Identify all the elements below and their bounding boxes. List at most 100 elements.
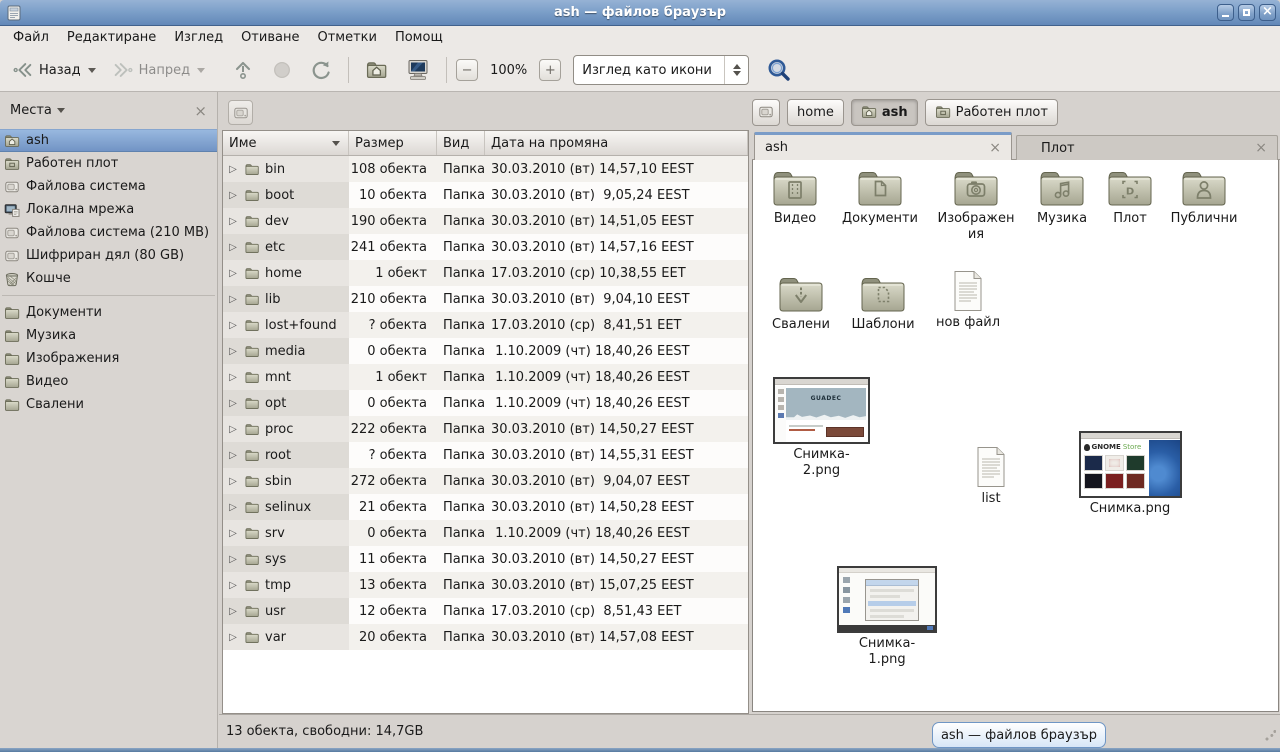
sidebar-item-pictures[interactable]: Изображения (0, 347, 217, 370)
menu-file[interactable]: Файл (4, 28, 58, 47)
menu-help[interactable]: Помощ (386, 28, 452, 47)
row-expander-icon[interactable]: ▷ (227, 580, 239, 591)
forward-button[interactable]: Напред (106, 55, 211, 85)
tab-close-icon[interactable]: × (1255, 140, 1267, 156)
row-expander-icon[interactable]: ▷ (227, 632, 239, 643)
sidebar-item-home[interactable]: ash (0, 129, 217, 152)
row-expander-icon[interactable]: ▷ (227, 346, 239, 357)
row-expander-icon[interactable]: ▷ (227, 372, 239, 383)
back-button[interactable]: Назад (6, 55, 102, 85)
sidebar-item-encrypted-80gb[interactable]: Шифриран дял (80 GB) (0, 244, 217, 267)
breadcrumb-home-button[interactable]: home (787, 99, 844, 126)
icon-item-templates[interactable]: Шаблони (841, 274, 925, 333)
stop-button[interactable] (265, 55, 299, 85)
sidebar-close-button[interactable]: × (194, 102, 207, 120)
table-row[interactable]: ▷ etc 241 обекта Папка 30.03.2010 (вт) 1… (223, 234, 748, 260)
sidebar-item-network[interactable]: Локална мрежа (0, 198, 217, 221)
sidebar-item-trash[interactable]: Кошче (0, 267, 217, 290)
row-expander-icon[interactable]: ▷ (227, 190, 239, 201)
table-row[interactable]: ▷ selinux 21 обекта Папка 30.03.2010 (вт… (223, 494, 748, 520)
icon-item-snimka[interactable]: GNOME Store Снимка.png (1075, 431, 1185, 517)
zoom-out-button[interactable]: − (456, 59, 478, 81)
sidebar-item-music[interactable]: Музика (0, 324, 217, 347)
icon-item-snimka2[interactable]: GUADEC Снимка-2.png (771, 377, 872, 479)
sidebar-title-select[interactable]: Места (10, 103, 65, 118)
column-header-size[interactable]: Размер (349, 131, 437, 155)
minimize-button[interactable] (1217, 4, 1234, 21)
table-row[interactable]: ▷ dev 190 обекта Папка 30.03.2010 (вт) 1… (223, 208, 748, 234)
table-row[interactable]: ▷ tmp 13 обекта Папка 30.03.2010 (вт) 15… (223, 572, 748, 598)
close-button[interactable]: × (1259, 4, 1276, 21)
column-header-name[interactable]: Име (223, 131, 349, 155)
sidebar-item-videos[interactable]: Видео (0, 370, 217, 393)
view-mode-stepper[interactable] (724, 56, 748, 84)
column-header-date[interactable]: Дата на промяна (485, 131, 748, 155)
row-expander-icon[interactable]: ▷ (227, 476, 239, 487)
table-row[interactable]: ▷ lost+found ? обекта Папка 17.03.2010 (… (223, 312, 748, 338)
row-expander-icon[interactable]: ▷ (227, 450, 239, 461)
row-expander-icon[interactable]: ▷ (227, 268, 239, 279)
taskbar-window-button[interactable]: ash — файлов браузър (932, 722, 1106, 748)
column-header-type[interactable]: Вид (437, 131, 485, 155)
maximize-button[interactable] (1238, 4, 1255, 21)
icon-item-videos[interactable]: Видео (753, 168, 837, 227)
sidebar-item-documents[interactable]: Документи (0, 301, 217, 324)
table-row[interactable]: ▷ sbin 272 обекта Папка 30.03.2010 (вт) … (223, 468, 748, 494)
row-expander-icon[interactable]: ▷ (227, 164, 239, 175)
table-row[interactable]: ▷ root ? обекта Папка 30.03.2010 (вт) 14… (223, 442, 748, 468)
table-row[interactable]: ▷ boot 10 обекта Папка 30.03.2010 (вт) 9… (223, 182, 748, 208)
table-row[interactable]: ▷ var 20 обекта Папка 30.03.2010 (вт) 14… (223, 624, 748, 650)
row-expander-icon[interactable]: ▷ (227, 606, 239, 617)
menu-view[interactable]: Изглед (165, 28, 232, 47)
row-expander-icon[interactable]: ▷ (227, 294, 239, 305)
tab-plot[interactable]: Плот × (1016, 135, 1278, 160)
row-expander-icon[interactable]: ▷ (227, 528, 239, 539)
titlebar[interactable]: ash — файлов браузър × (0, 0, 1280, 26)
icon-item-public[interactable]: Публични (1160, 168, 1248, 227)
table-row[interactable]: ▷ opt 0 обекта Папка 1.10.2009 (чт) 18,4… (223, 390, 748, 416)
icon-item-documents[interactable]: Документи (836, 168, 924, 227)
table-row[interactable]: ▷ proc 222 обекта Папка 30.03.2010 (вт) … (223, 416, 748, 442)
home-button[interactable] (358, 55, 395, 85)
breadcrumb-root-button[interactable] (752, 99, 780, 126)
sidebar-item-filesystem[interactable]: Файлова система (0, 175, 217, 198)
icon-item-downloads[interactable]: Свалени (759, 274, 843, 333)
row-expander-icon[interactable]: ▷ (227, 424, 239, 435)
sidebar-item-desktop[interactable]: Работен плот (0, 152, 217, 175)
menu-edit[interactable]: Редактиране (58, 28, 165, 47)
table-row[interactable]: ▷ mnt 1 обект Папка 1.10.2009 (чт) 18,40… (223, 364, 748, 390)
menu-go[interactable]: Отиване (232, 28, 308, 47)
table-row[interactable]: ▷ bin 108 обекта Папка 30.03.2010 (вт) 1… (223, 156, 748, 182)
tab-ash[interactable]: ash × (754, 132, 1012, 160)
row-expander-icon[interactable]: ▷ (227, 320, 239, 331)
icon-item-pictures[interactable]: Изображения (931, 168, 1021, 243)
zoom-in-button[interactable]: + (539, 59, 561, 81)
view-mode-select[interactable]: Изглед като икони (573, 55, 749, 85)
icon-item-list-file[interactable]: list (949, 446, 1033, 507)
breadcrumb-ash-button[interactable]: ash (851, 99, 918, 126)
row-expander-icon[interactable]: ▷ (227, 242, 239, 253)
icon-item-new-file[interactable]: нов файл (926, 270, 1010, 331)
row-expander-icon[interactable]: ▷ (227, 554, 239, 565)
table-row[interactable]: ▷ srv 0 обекта Папка 1.10.2009 (чт) 18,4… (223, 520, 748, 546)
resize-grip[interactable] (1264, 730, 1276, 742)
icon-view[interactable]: Видео Документи Изображения Музика Плот … (752, 160, 1279, 712)
reload-button[interactable] (303, 54, 339, 86)
table-row[interactable]: ▷ sys 11 обекта Папка 30.03.2010 (вт) 14… (223, 546, 748, 572)
table-row[interactable]: ▷ usr 12 обекта Папка 17.03.2010 (ср) 8,… (223, 598, 748, 624)
zoom-level[interactable]: 100% (482, 63, 535, 78)
row-expander-icon[interactable]: ▷ (227, 216, 239, 227)
left-pane-root-button[interactable] (228, 100, 253, 125)
sidebar-item-filesystem-210mb[interactable]: Файлова система (210 MB) (0, 221, 217, 244)
breadcrumb-desktop-button[interactable]: Работен плот (925, 99, 1058, 126)
sidebar-item-downloads[interactable]: Свалени (0, 393, 217, 416)
computer-button[interactable] (399, 54, 437, 86)
search-button[interactable] (763, 54, 795, 86)
icon-item-snimka1[interactable]: Снимка-1.png (835, 566, 939, 668)
row-expander-icon[interactable]: ▷ (227, 398, 239, 409)
row-expander-icon[interactable]: ▷ (227, 502, 239, 513)
tab-close-icon[interactable]: × (989, 140, 1001, 156)
table-row[interactable]: ▷ lib 210 обекта Папка 30.03.2010 (вт) 9… (223, 286, 748, 312)
table-row[interactable]: ▷ media 0 обекта Папка 1.10.2009 (чт) 18… (223, 338, 748, 364)
up-button[interactable] (225, 54, 261, 86)
